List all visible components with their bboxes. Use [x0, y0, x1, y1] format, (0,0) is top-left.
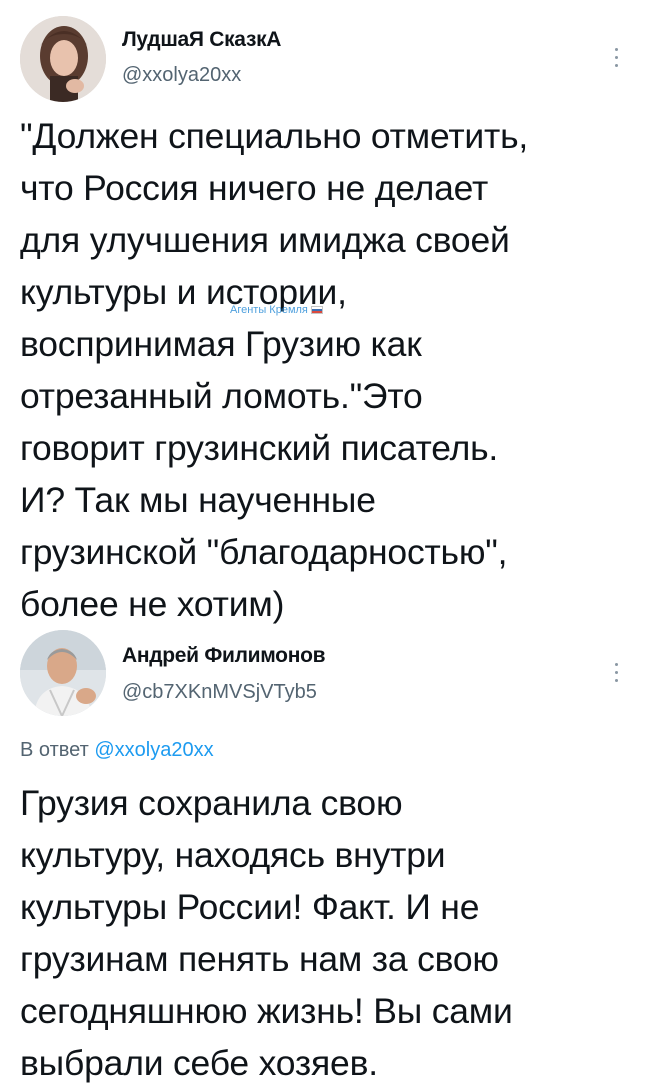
more-vertical-icon[interactable] [610, 48, 622, 74]
tweet-text: "Должен специально отметить, что Россия … [20, 116, 529, 624]
russia-flag-icon [310, 306, 323, 315]
watermark-text: Агенты Кремля [230, 304, 308, 316]
reply-prefix: В ответ [20, 739, 89, 761]
display-name[interactable]: ЛудшаЯ СказкА [122, 28, 281, 52]
avatar-photo [20, 16, 106, 102]
more-vertical-icon[interactable] [610, 663, 622, 689]
reply-context: В ответ @xxolya20xx [20, 739, 214, 762]
display-name[interactable]: Андрей Филимонов [122, 644, 326, 668]
user-handle[interactable]: @cb7XKnMVSjVTyb5 [122, 681, 317, 704]
user-handle[interactable]: @xxolya20xx [122, 64, 241, 87]
watermark: Агенты Кремля [230, 304, 323, 316]
tweet-card[interactable]: ЛудшаЯ СказкА @xxolya20xx "Должен специа… [0, 0, 648, 624]
tweet-text: Грузия сохранила свою культуру, находясь… [20, 783, 513, 1083]
avatar[interactable] [20, 16, 106, 102]
avatar-photo [20, 630, 106, 716]
reply-handle-link[interactable]: @xxolya20xx [94, 739, 213, 761]
avatar[interactable] [20, 630, 106, 716]
reply-tweet-card[interactable]: Андрей Филимонов @cb7XKnMVSjVTyb5 В отве… [0, 615, 648, 1083]
